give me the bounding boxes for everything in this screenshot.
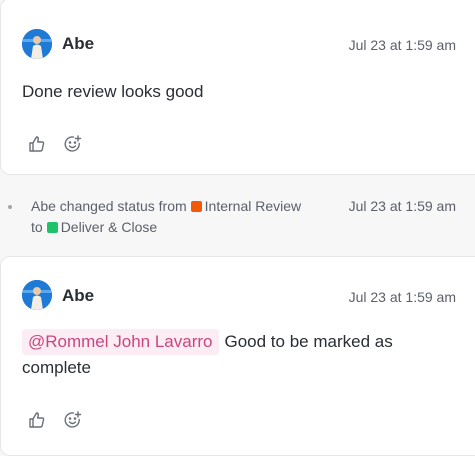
activity-bullet [8,205,12,209]
add-reaction-icon[interactable] [63,410,83,430]
activity-entry: Abe changed status from Internal Review t… [0,196,475,241]
comment-author[interactable]: Abe [62,286,94,306]
to-status: Deliver & Close [60,219,158,235]
comment-timestamp[interactable]: Jul 23 at 1:59 am [349,289,456,305]
comment-text: @Rommel John Lavarro Good to be marked as… [22,329,445,381]
activity-text: Abe changed status from Internal Review t… [31,196,341,238]
thumbs-up-icon[interactable] [27,134,47,154]
activity-prefix: Abe changed status from [31,198,187,214]
comment-reactions [27,134,83,154]
comment-card: Abe Jul 23 at 1:59 am Done review looks … [0,0,475,175]
from-status: Internal Review [204,198,302,214]
add-reaction-icon[interactable] [63,134,83,154]
activity-connector: to [31,219,43,235]
comment-text: Done review looks good [22,82,204,101]
status-color-icon [190,201,202,212]
status-color-icon [46,222,58,233]
avatar[interactable] [22,280,52,310]
comment-reactions [27,410,83,430]
comment-card: Abe Jul 23 at 1:59 am @Rommel John Lavar… [0,256,475,456]
avatar[interactable] [22,29,52,59]
comment-author[interactable]: Abe [62,34,94,54]
activity-timestamp[interactable]: Jul 23 at 1:59 am [349,198,456,214]
comment-timestamp[interactable]: Jul 23 at 1:59 am [349,37,456,53]
avatar-image [22,29,52,59]
avatar-image [22,280,52,310]
thumbs-up-icon[interactable] [27,410,47,430]
user-mention[interactable]: @Rommel John Lavarro [22,329,219,355]
